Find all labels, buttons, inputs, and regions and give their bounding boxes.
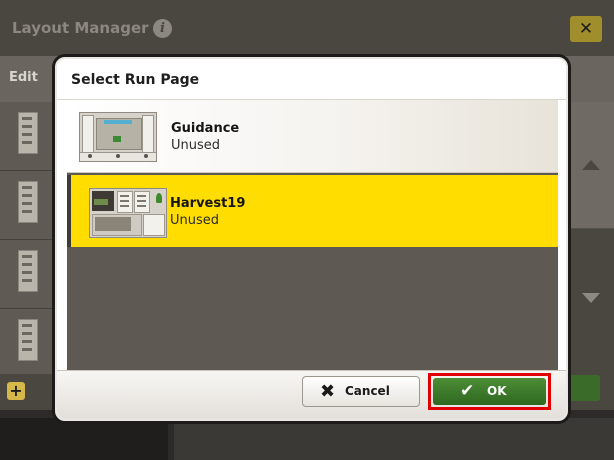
ok-button[interactable]: ✔ OK	[433, 378, 546, 405]
display-screen: Layout Manager i ✕ Edit + Select Run Pag…	[0, 0, 614, 460]
run-page-status: Unused	[171, 138, 221, 153]
dialog-footer: ✖ Cancel ✔ OK	[57, 370, 566, 419]
tab-edit[interactable]: Edit	[9, 70, 38, 85]
cancel-button[interactable]: ✖ Cancel	[302, 376, 420, 407]
close-button[interactable]: ✕	[570, 16, 602, 42]
run-page-thumbnail	[79, 112, 157, 162]
run-page-thumbnail	[89, 188, 167, 238]
footer-left-panel	[0, 418, 168, 460]
close-icon: ✕	[578, 19, 594, 39]
ok-label: OK	[487, 384, 507, 398]
select-run-page-dialog: Select Run Page Guidance Unused Harvest1…	[55, 57, 568, 421]
layout-manager-title: Layout Manager	[12, 19, 149, 37]
scroll-down-button[interactable]	[568, 229, 614, 374]
run-page-name: Harvest19	[170, 196, 246, 211]
layout-thumbnail	[18, 112, 38, 154]
checkmark-icon: ✔	[460, 381, 475, 401]
dialog-title: Select Run Page	[71, 72, 200, 88]
run-page-list: Guidance Unused Harvest19 Unused	[67, 100, 558, 370]
scroll-up-button[interactable]	[568, 102, 614, 229]
run-page-name: Guidance	[171, 121, 240, 136]
x-icon: ✖	[320, 381, 336, 402]
layout-thumbnail	[18, 181, 38, 223]
plus-icon: +	[9, 381, 23, 400]
cancel-label: Cancel	[345, 384, 390, 398]
footer-right-panel	[174, 418, 614, 460]
dialog-header: Select Run Page	[57, 59, 566, 100]
layout-thumbnail	[18, 250, 38, 292]
run-page-item-harvest19[interactable]: Harvest19 Unused	[67, 175, 558, 247]
add-button[interactable]: +	[7, 382, 25, 400]
run-page-status: Unused	[170, 213, 220, 228]
run-page-item-guidance[interactable]: Guidance Unused	[67, 100, 558, 173]
info-icon[interactable]: i	[153, 19, 172, 38]
layout-thumbnail	[18, 319, 38, 361]
